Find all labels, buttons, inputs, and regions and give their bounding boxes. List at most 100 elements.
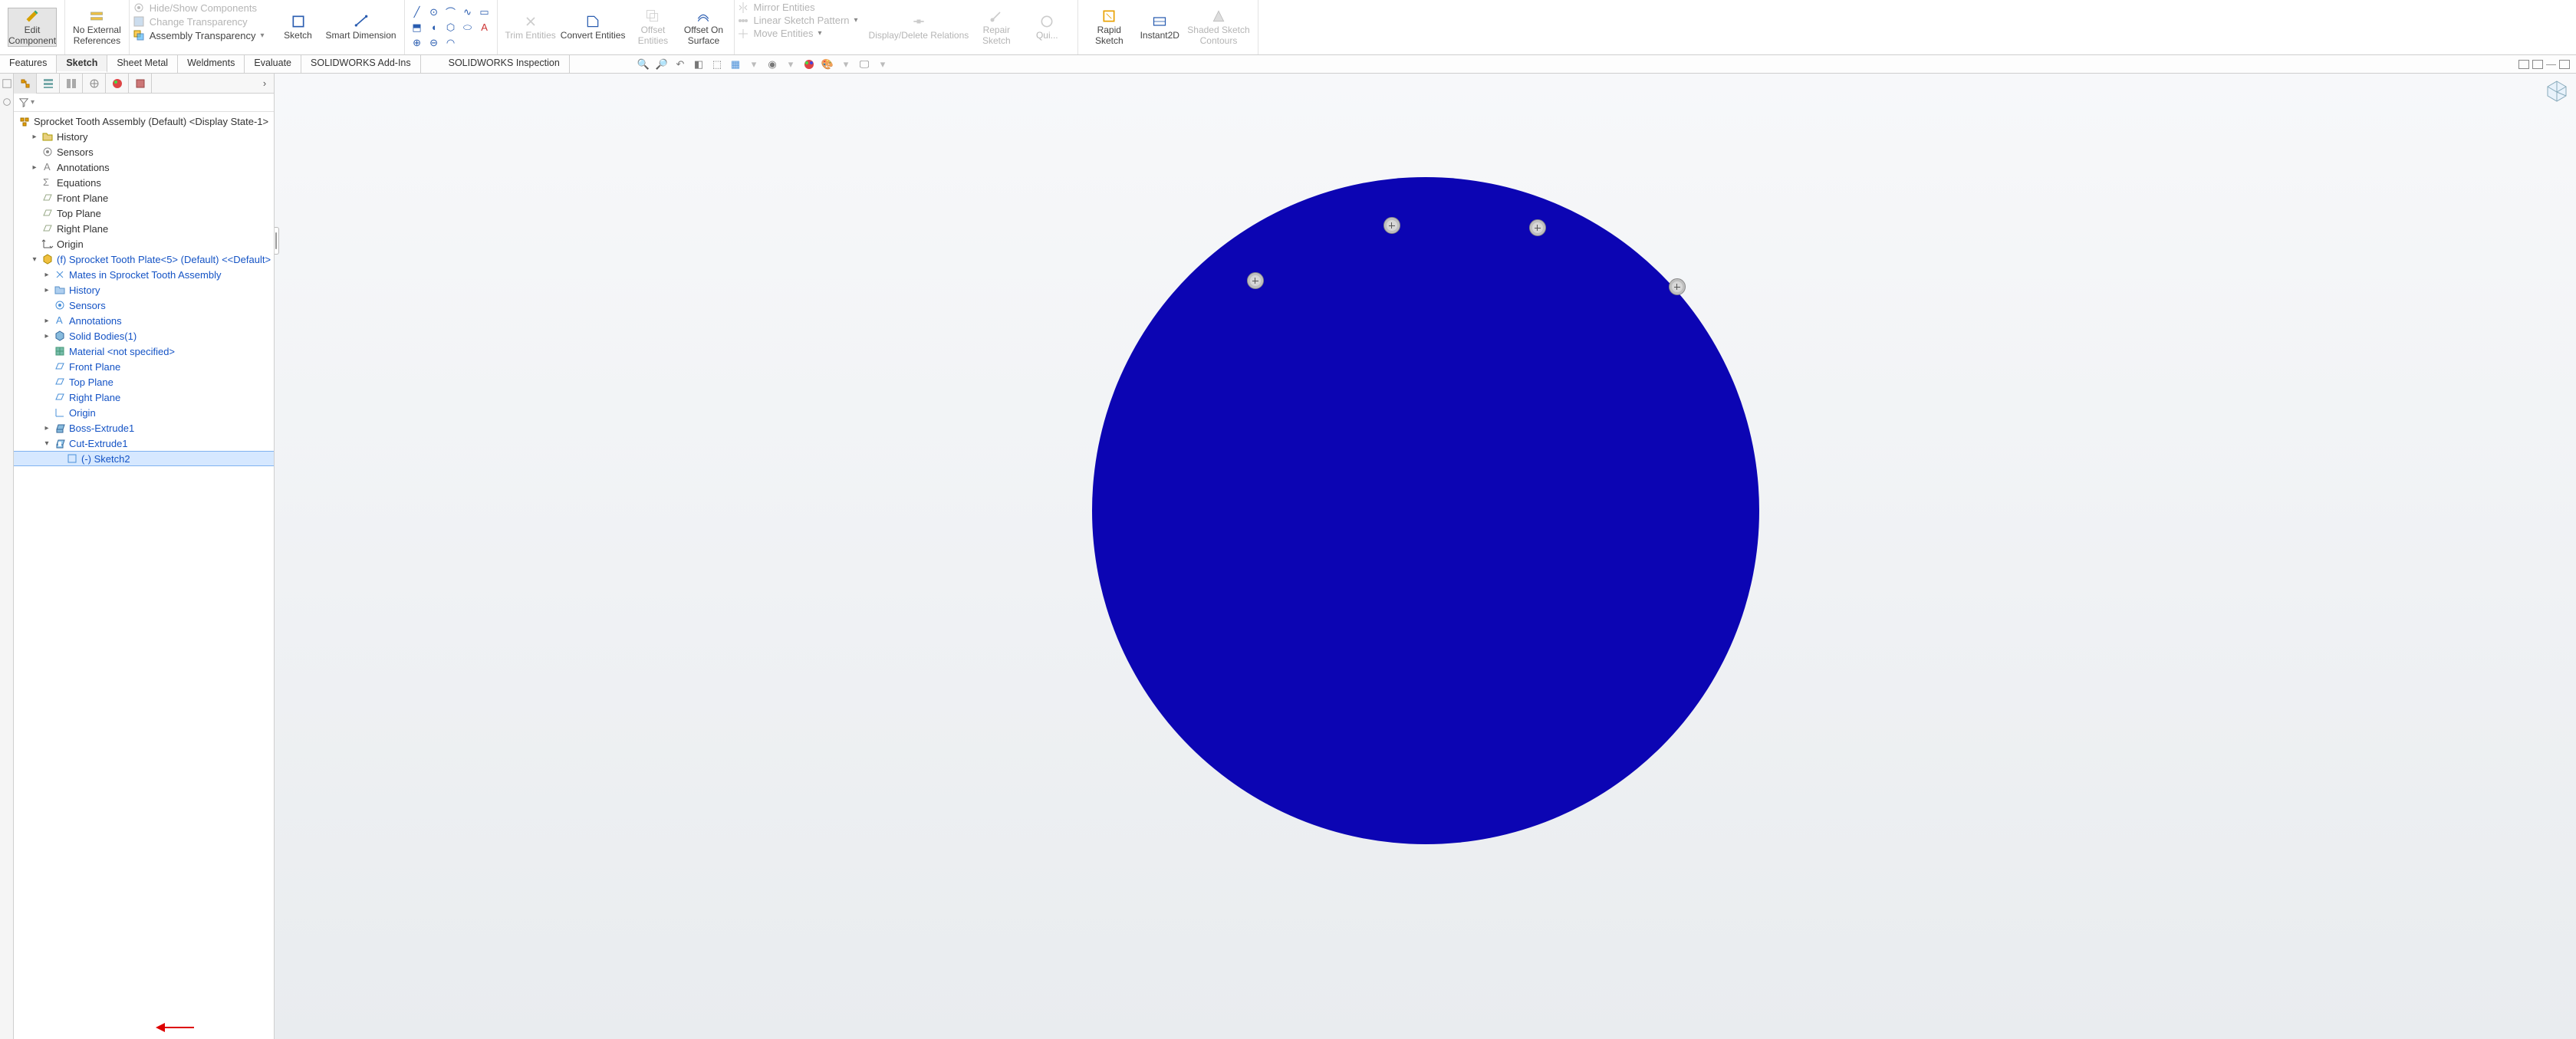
zoom-fit-icon[interactable]: 🔍: [637, 58, 650, 71]
ellipse-tool-icon[interactable]: ⬭: [462, 21, 474, 34]
hole-2[interactable]: [1383, 217, 1400, 234]
edit-component-button[interactable]: EditComponent: [8, 8, 57, 48]
smart-dimension-button[interactable]: Smart Dimension: [326, 14, 396, 41]
rail-icon-2[interactable]: [2, 97, 12, 107]
tree-sketch2[interactable]: (-) Sketch2: [14, 451, 274, 466]
shaded-contours-button[interactable]: Shaded SketchContours: [1187, 8, 1249, 47]
change-transparency-button[interactable]: Change Transparency: [133, 15, 265, 28]
edit-appearance-icon[interactable]: [802, 58, 816, 71]
ribbon-group-sketch: Sketch Smart Dimension: [268, 0, 405, 54]
linear-pattern-button[interactable]: Linear Sketch Pattern ▾: [738, 15, 857, 26]
sketch-button[interactable]: Sketch: [275, 14, 321, 41]
display-style-icon[interactable]: ▦: [729, 58, 742, 71]
no-external-refs-button[interactable]: No ExternalReferences: [73, 8, 121, 47]
rect-tool-icon[interactable]: ▭: [479, 6, 491, 18]
prev-view-icon[interactable]: ↶: [673, 58, 687, 71]
sketch-label: Sketch: [284, 31, 312, 41]
tree-p-origin[interactable]: Origin: [14, 405, 274, 420]
orientation-cube-icon[interactable]: [2544, 78, 2570, 104]
view-settings-icon[interactable]: 🖵: [857, 58, 871, 71]
line-tool-icon[interactable]: ╱: [411, 6, 423, 18]
fm-tab-extra[interactable]: [129, 74, 152, 94]
mirror-label: Mirror Entities: [753, 2, 814, 13]
tree-front-plane[interactable]: Front Plane: [14, 190, 274, 205]
fm-tab-tree[interactable]: [14, 74, 37, 94]
rapid-sketch-button[interactable]: RapidSketch: [1086, 8, 1132, 47]
tab-sheet-metal[interactable]: Sheet Metal: [107, 55, 178, 73]
fm-tab-display[interactable]: [106, 74, 129, 94]
no-ext-refs-icon: [89, 8, 104, 24]
instant2d-button[interactable]: Instant2D: [1137, 14, 1183, 41]
tree-top-plane[interactable]: Top Plane: [14, 205, 274, 221]
heads-up-toolbar: 🔍 🔎 ↶ ◧ ⬚ ▦ ▾ ◉ ▾ 🎨 ▾ 🖵 ▾: [637, 55, 890, 74]
convert-entities-button[interactable]: Convert Entities: [561, 14, 626, 41]
tree-boss-extrude[interactable]: ▸Boss-Extrude1: [14, 420, 274, 436]
tree-cut-extrude[interactable]: ▾Cut-Extrude1: [14, 436, 274, 451]
hole-4[interactable]: [1669, 278, 1686, 295]
spline-tool-icon[interactable]: ∿: [462, 6, 474, 18]
corner-rect-icon[interactable]: ⬒: [411, 21, 423, 34]
point-tool-icon[interactable]: ⊕: [411, 37, 423, 49]
move-entities-button[interactable]: Move Entities ▾: [738, 28, 857, 39]
offset-on-surface-button[interactable]: Offset OnSurface: [680, 8, 726, 47]
tab-evaluate[interactable]: Evaluate: [245, 55, 301, 73]
polygon-tool-icon[interactable]: ⬡: [445, 21, 457, 34]
quick-snaps-button[interactable]: Qui...: [1024, 14, 1070, 41]
panel-toggle-1-icon[interactable]: [2518, 60, 2529, 69]
text-tool-icon[interactable]: A: [479, 21, 491, 34]
tree-part[interactable]: ▾(f) Sprocket Tooth Plate<5> (Default) <…: [14, 252, 274, 267]
fm-filter-bar[interactable]: ▾: [14, 94, 274, 112]
tab-sketch[interactable]: Sketch: [57, 55, 107, 73]
panel-toggle-2-icon[interactable]: [2532, 60, 2543, 69]
fm-expand-button[interactable]: ›: [255, 77, 274, 89]
section-view-icon[interactable]: ◧: [692, 58, 706, 71]
hide-show-items-icon[interactable]: ◉: [765, 58, 779, 71]
tree-material[interactable]: Material <not specified>: [14, 344, 274, 359]
tree-root[interactable]: Sprocket Tooth Assembly (Default) <Displ…: [14, 113, 274, 129]
tree-p-history[interactable]: ▸History: [14, 282, 274, 298]
tree-annotations[interactable]: ▸AAnnotations: [14, 159, 274, 175]
model-sprocket-plate[interactable]: [1092, 177, 1759, 844]
display-relations-button[interactable]: Display/Delete Relations: [869, 14, 969, 41]
tree-sensors[interactable]: Sensors: [14, 144, 274, 159]
rail-icon-1[interactable]: [2, 78, 12, 89]
maximize-icon[interactable]: [2559, 60, 2570, 69]
hole-1[interactable]: [1247, 272, 1264, 289]
arc-tool-icon[interactable]: ⌒: [445, 6, 457, 18]
repair-sketch-button[interactable]: RepairSketch: [973, 8, 1019, 47]
view-orient-icon[interactable]: ⬚: [710, 58, 724, 71]
trim-entities-button[interactable]: Trim Entities: [505, 14, 556, 41]
tree-equations[interactable]: ΣEquations: [14, 175, 274, 190]
tab-weldments[interactable]: Weldments: [178, 55, 245, 73]
svg-text:A: A: [56, 314, 63, 326]
tree-right-plane[interactable]: Right Plane: [14, 221, 274, 236]
tree-p-sensors[interactable]: Sensors: [14, 298, 274, 313]
hole-3[interactable]: [1529, 219, 1546, 236]
centerline-tool-icon[interactable]: ⊖: [428, 37, 440, 49]
tree-p-front[interactable]: Front Plane: [14, 359, 274, 374]
tree-p-top[interactable]: Top Plane: [14, 374, 274, 390]
circle-tool-icon[interactable]: ⊙: [428, 6, 440, 18]
tree-solid-bodies[interactable]: ▸Solid Bodies(1): [14, 328, 274, 344]
hide-show-components-button[interactable]: Hide/Show Components: [133, 2, 265, 14]
tab-inspection[interactable]: SOLIDWORKS Inspection: [439, 55, 570, 73]
tree-p-right[interactable]: Right Plane: [14, 390, 274, 405]
graphics-viewport[interactable]: [275, 74, 2576, 1039]
assembly-transparency-button[interactable]: Assembly Transparency ▾: [133, 29, 265, 41]
tree-p-annotations[interactable]: ▸AAnnotations: [14, 313, 274, 328]
apply-scene-icon[interactable]: 🎨: [821, 58, 834, 71]
fm-tab-dimxpert[interactable]: [83, 74, 106, 94]
fm-tab-config[interactable]: [60, 74, 83, 94]
slot-tool-icon[interactable]: ◖: [428, 21, 440, 34]
tree-origin[interactable]: Origin: [14, 236, 274, 252]
zoom-area-icon[interactable]: 🔎: [655, 58, 669, 71]
offset-entities-button[interactable]: OffsetEntities: [630, 8, 676, 47]
mirror-entities-button[interactable]: Mirror Entities: [738, 2, 857, 13]
fillet-tool-icon[interactable]: ◠: [445, 37, 457, 49]
panel-splitter-handle[interactable]: [275, 227, 279, 255]
tree-mates[interactable]: ▸Mates in Sprocket Tooth Assembly: [14, 267, 274, 282]
tree-history[interactable]: ▸History: [14, 129, 274, 144]
fm-tab-property[interactable]: [37, 74, 60, 94]
tab-addins[interactable]: SOLIDWORKS Add-Ins: [301, 55, 421, 73]
tab-features[interactable]: Features: [0, 55, 57, 73]
